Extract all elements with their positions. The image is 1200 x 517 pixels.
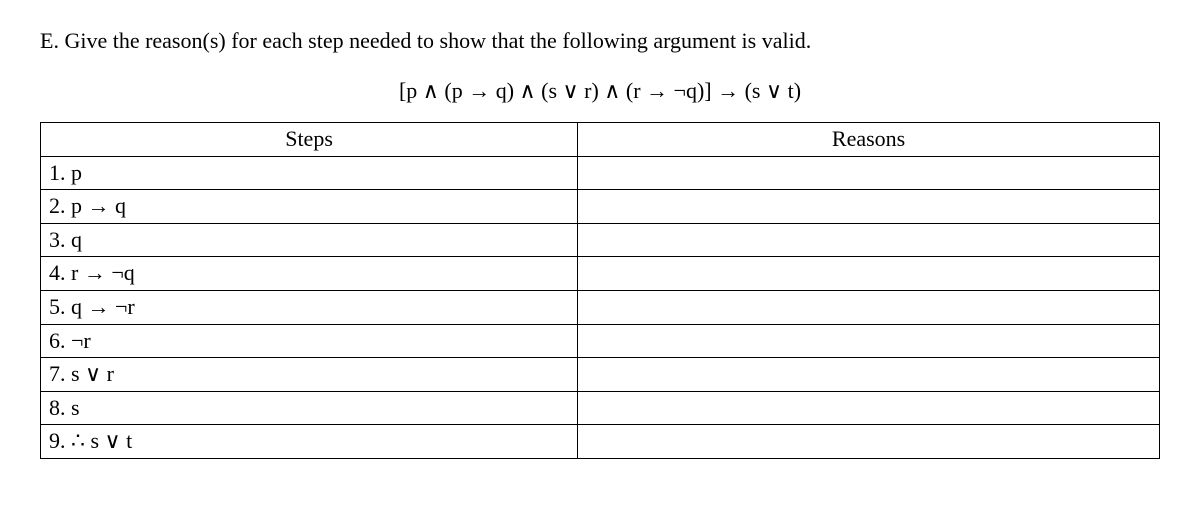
step-cell: 1. p [41, 156, 578, 190]
table-header-row: Steps Reasons [41, 123, 1160, 157]
proof-table: Steps Reasons 1. p 2. p → q 3. q 4. r → … [40, 122, 1160, 459]
step-cell: 5. q → ¬r [41, 290, 578, 324]
reason-cell [578, 324, 1160, 358]
table-row: 7. s ∨ r [41, 358, 1160, 392]
table-row: 3. q [41, 223, 1160, 257]
step-cell: 9. ∴ s ∨ t [41, 425, 578, 459]
argument-formula: [p ∧ (p → q) ∧ (s ∨ r) ∧ (r → ¬q)] → (s … [40, 78, 1160, 104]
reason-cell [578, 223, 1160, 257]
reason-cell [578, 425, 1160, 459]
reason-cell [578, 190, 1160, 224]
step-cell: 2. p → q [41, 190, 578, 224]
reason-cell [578, 358, 1160, 392]
step-cell: 6. ¬r [41, 324, 578, 358]
header-reasons: Reasons [578, 123, 1160, 157]
reason-cell [578, 391, 1160, 425]
question-prompt: E. Give the reason(s) for each step need… [40, 28, 1160, 54]
step-cell: 3. q [41, 223, 578, 257]
table-row: 2. p → q [41, 190, 1160, 224]
table-row: 1. p [41, 156, 1160, 190]
step-cell: 7. s ∨ r [41, 358, 578, 392]
table-row: 5. q → ¬r [41, 290, 1160, 324]
table-row: 4. r → ¬q [41, 257, 1160, 291]
header-steps: Steps [41, 123, 578, 157]
table-row: 8. s [41, 391, 1160, 425]
reason-cell [578, 257, 1160, 291]
table-row: 6. ¬r [41, 324, 1160, 358]
step-cell: 4. r → ¬q [41, 257, 578, 291]
table-row: 9. ∴ s ∨ t [41, 425, 1160, 459]
step-cell: 8. s [41, 391, 578, 425]
reason-cell [578, 156, 1160, 190]
reason-cell [578, 290, 1160, 324]
